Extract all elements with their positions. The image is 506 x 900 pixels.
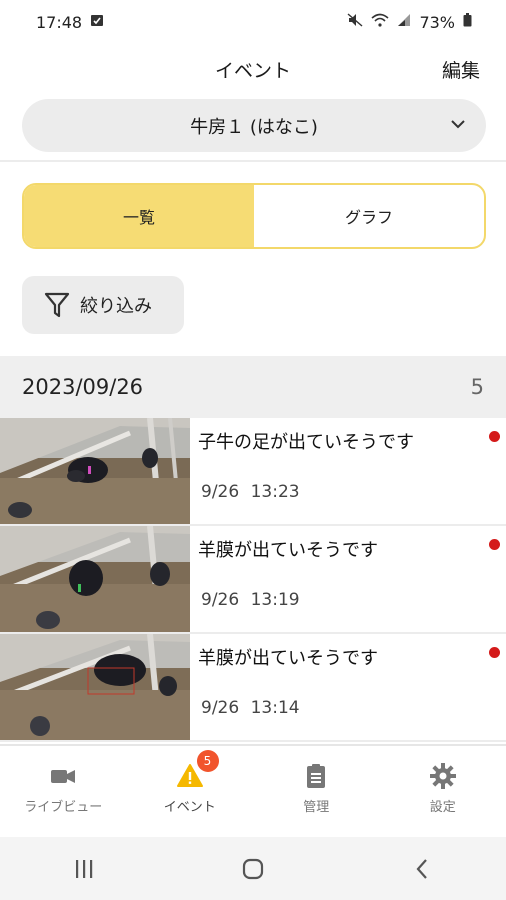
tab-label: ライブビュー xyxy=(24,800,103,815)
recent-apps-icon xyxy=(76,859,93,878)
event-row[interactable]: 子牛の足が出ていそうです 9/26 13:23 xyxy=(0,418,506,526)
tab-label: 設定 xyxy=(429,800,456,815)
event-row[interactable]: 羊膜が出ていそうです 9/26 13:14 xyxy=(0,634,506,742)
clipboard-icon xyxy=(307,764,326,788)
home-button[interactable] xyxy=(223,849,283,889)
tab-live-view[interactable]: ライブビュー xyxy=(0,746,127,837)
event-time: 9/26 13:14 xyxy=(201,698,300,718)
event-row[interactable]: 羊膜が出ていそうです 9/26 13:19 xyxy=(0,526,506,634)
chevron-down-icon xyxy=(451,120,465,129)
tab-management[interactable]: 管理 xyxy=(253,746,380,837)
unread-indicator xyxy=(489,539,500,550)
event-title: 子牛の足が出ていそうです xyxy=(198,432,414,453)
segment-list[interactable]: 一覧 xyxy=(24,185,254,247)
tab-label: イベント xyxy=(163,800,216,815)
page-title: イベント xyxy=(214,60,291,82)
video-camera-icon xyxy=(51,770,76,783)
event-list: 子牛の足が出ていそうです 9/26 13:23 羊膜が出ていそうです 9/26 … xyxy=(0,418,506,742)
status-time: 17:48 xyxy=(36,12,83,32)
filter-icon xyxy=(44,292,70,318)
tab-label: 管理 xyxy=(303,800,330,815)
app-header: イベント 編集 xyxy=(0,44,506,94)
event-title: 羊膜が出ていそうです xyxy=(198,540,378,561)
date-group-date: 2023/09/26 xyxy=(22,375,144,399)
wifi-icon xyxy=(371,13,389,31)
date-group-count: 5 xyxy=(470,375,484,399)
event-thumbnail xyxy=(0,418,190,524)
status-bar: 17:48 73% xyxy=(0,0,506,44)
event-thumbnail xyxy=(0,526,190,632)
home-icon xyxy=(242,858,264,879)
event-time: 9/26 13:19 xyxy=(201,590,300,610)
battery-icon xyxy=(463,13,472,31)
bottom-tab-bar: ライブビュー イベント 5 管理 設定 xyxy=(0,744,506,837)
header-divider xyxy=(0,160,506,162)
mute-icon xyxy=(347,13,363,31)
segment-graph[interactable]: グラフ xyxy=(254,185,484,247)
edit-button[interactable]: 編集 xyxy=(442,56,480,83)
filter-label: 絞り込み xyxy=(80,296,152,317)
event-thumbnail xyxy=(0,634,190,740)
date-group-header: 2023/09/26 5 xyxy=(0,356,506,418)
barn-selector[interactable]: 牛房１ (はなこ) xyxy=(22,99,486,152)
barn-selector-value: 牛房１ (はなこ) xyxy=(190,116,318,138)
unread-indicator xyxy=(489,647,500,658)
view-segmented-control: 一覧 グラフ xyxy=(22,183,486,249)
filter-button[interactable]: 絞り込み xyxy=(22,276,184,334)
event-count-badge: 5 xyxy=(196,750,219,772)
event-time: 9/26 13:23 xyxy=(201,482,300,502)
recent-apps-button[interactable] xyxy=(54,849,114,889)
notification-check-icon xyxy=(90,13,104,31)
tab-settings[interactable]: 設定 xyxy=(380,746,506,837)
system-nav-bar xyxy=(0,837,506,900)
event-title: 羊膜が出ていそうです xyxy=(198,648,378,669)
gear-icon xyxy=(429,763,456,789)
back-icon xyxy=(416,858,427,879)
battery-percent: 73% xyxy=(419,12,455,32)
back-button[interactable] xyxy=(392,849,452,889)
unread-indicator xyxy=(489,431,500,442)
signal-icon xyxy=(397,13,411,31)
tab-events[interactable]: イベント 5 xyxy=(127,746,254,837)
